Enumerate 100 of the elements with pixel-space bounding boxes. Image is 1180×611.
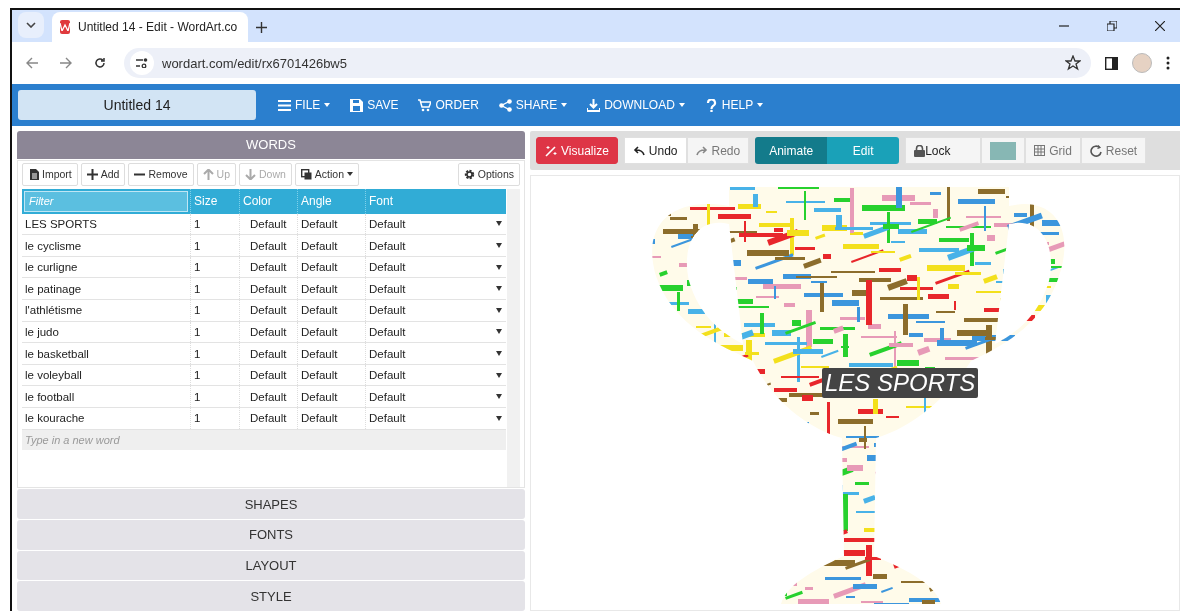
dropdown-arrow-icon [496,415,502,421]
dropdown-arrow-icon [496,221,502,227]
arrow-right-icon [60,57,72,69]
table-cell: 1 [190,408,239,429]
profile-avatar[interactable] [1132,53,1152,73]
scrollbar[interactable] [507,188,520,488]
section-header[interactable]: STYLE [17,581,525,611]
new-word-field[interactable]: Type in a new word [22,429,506,450]
menu-item[interactable]: FILE [270,91,339,119]
font-value: Default [369,217,406,230]
table-cell: Default [239,408,297,429]
lock-button[interactable]: Lock [905,137,982,164]
table-cell: 1 [190,300,239,321]
font-dropdown[interactable]: Default [365,343,506,364]
dropdown-arrow-icon [496,307,502,313]
table-cell-text: le cyclisme [24,238,83,254]
color-picker-button[interactable] [981,137,1026,164]
undo-button[interactable]: Undo [623,137,687,164]
table-cell: 1 [190,364,239,386]
site-info-button[interactable] [130,51,154,75]
font-value: Default [369,325,406,338]
options-button[interactable]: Options [457,162,520,186]
table-cell-text: le patinage [24,281,83,297]
section-header[interactable]: FONTS [17,520,525,550]
table-cell: Default [239,278,297,299]
tab-title: Untitled 14 - Edit - WordArt.co [78,20,238,34]
menu-item[interactable]: DOWNLOAD [579,91,693,119]
toolbar-button[interactable]: Remove [128,162,194,186]
table-cell: 1 [190,321,239,343]
table-cell: Default [239,364,297,386]
reset-button[interactable]: Reset [1080,137,1147,164]
panel-header[interactable]: WORDS [17,131,525,159]
toolbar-button[interactable]: Add [80,162,126,186]
table-cell: Default [239,256,297,278]
filter-field[interactable]: Filter [24,190,188,212]
font-dropdown[interactable]: Default [365,235,506,256]
table-cell: Default [239,343,297,364]
table-cell: 1 [190,256,239,278]
font-dropdown[interactable]: Default [365,213,506,235]
table-cell: Default [297,213,365,235]
tune-icon [136,58,148,68]
browser-tab[interactable]: Untitled 14 - Edit - WordArt.co [52,12,248,42]
section-header[interactable]: LAYOUT [17,550,525,581]
visualize-button[interactable]: Visualize [536,137,618,164]
table-cell: Default [297,235,365,256]
side-panel-icon [1105,56,1118,70]
share-icon [498,98,512,112]
table-cell-text: le kourache [24,411,86,427]
font-dropdown[interactable]: Default [365,408,506,429]
font-dropdown[interactable]: Default [365,321,506,343]
dropdown-arrow-icon [496,351,502,356]
menu-item[interactable]: SAVE [342,91,407,119]
font-value: Default [369,304,406,317]
copy-icon [300,168,312,180]
grid-button[interactable]: Grid [1025,137,1081,164]
font-dropdown[interactable]: Default [365,364,506,386]
table-cell: Default [297,278,365,299]
table-cell-text: le football [24,389,76,405]
table-cell-text: le curligne [24,260,79,276]
table-cell-text: l'athlétisme [24,303,84,319]
menu-icon [278,98,291,112]
font-value: Default [369,239,406,252]
w-logo-icon [60,20,70,34]
menu-item[interactable]: ORDER [410,91,487,119]
toolbar-button[interactable]: Action [294,162,360,186]
table-cell: Default [297,386,365,407]
section-header[interactable]: SHAPES [17,489,525,520]
font-dropdown[interactable]: Default [365,386,506,407]
font-dropdown[interactable]: Default [365,278,506,299]
font-value: Default [369,369,406,382]
table-cell-text: LES SPORTS [24,216,98,232]
restore-icon [1107,21,1117,31]
arrow-up-icon [202,168,214,180]
gear-icon [463,168,475,180]
toolbar-button[interactable]: Import [22,162,78,186]
font-dropdown[interactable]: Default [365,256,506,278]
grid-icon [1034,145,1046,156]
new-tab-button[interactable] [256,21,267,36]
word-tooltip: LES SPORTS [822,368,979,398]
mode-tab[interactable]: Animate [755,137,828,164]
magic-wand-icon [545,144,557,157]
tab-list-button[interactable] [18,12,44,38]
arrow-down-icon [245,168,256,180]
table-cell: 1 [190,213,239,235]
dropdown-arrow-icon [496,286,502,292]
table-cell: Default [297,364,365,386]
more-icon [1166,56,1170,70]
arrow-left-icon [26,57,38,69]
menu-item[interactable]: SHARE [490,91,576,119]
table-cell-text: le basketball [24,346,90,362]
table-cell-text: le judo [24,324,60,340]
menu-item[interactable]: HELP [696,91,772,119]
font-value: Default [369,282,406,295]
title-field[interactable]: Untitled 14 [18,90,256,120]
redo-arrow-icon [695,145,708,156]
table-cell: Default [297,321,365,343]
font-dropdown[interactable]: Default [365,300,506,321]
dropdown-arrow-icon [496,329,502,335]
table-cell: Default [297,343,365,364]
table-cell: Default [239,300,297,321]
